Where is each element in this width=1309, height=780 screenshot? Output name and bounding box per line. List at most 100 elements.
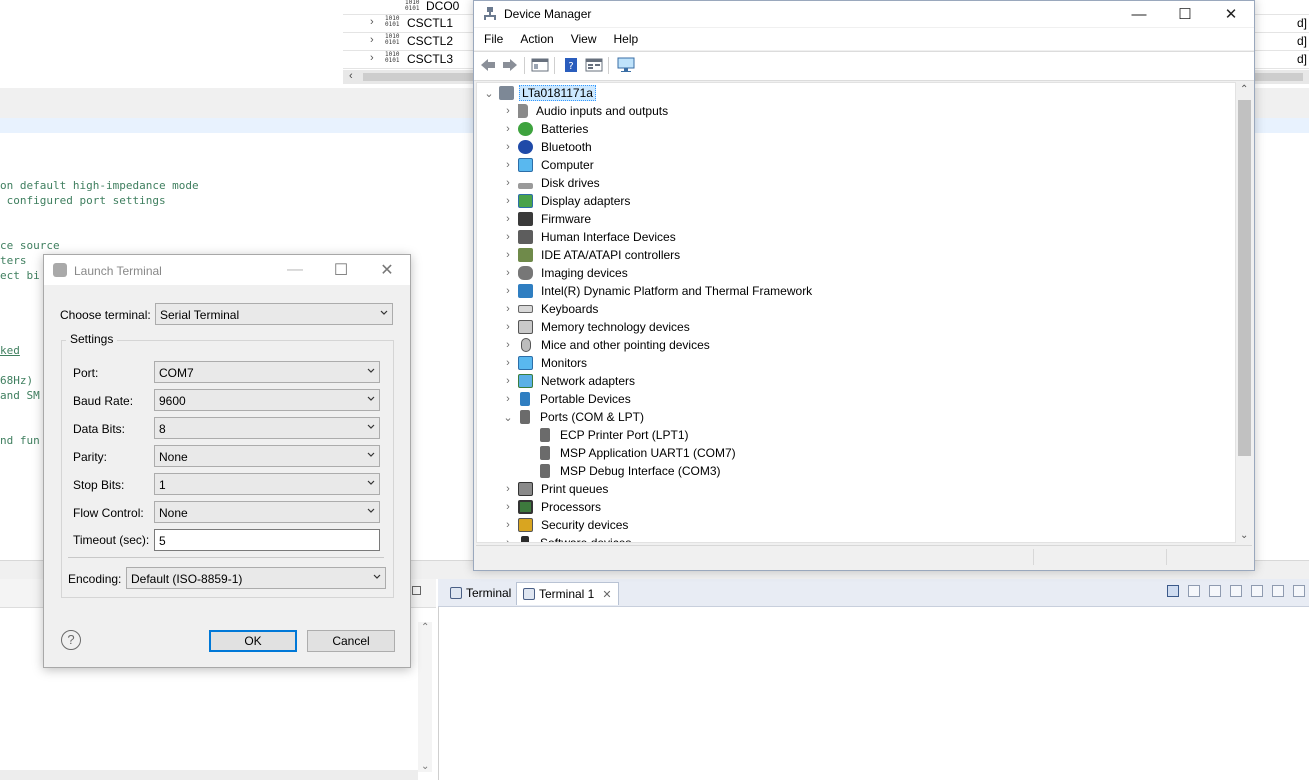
data-bits-select[interactable]: 8 xyxy=(154,417,380,439)
menu-view[interactable]: View xyxy=(561,28,604,50)
close-tab-icon[interactable]: ✕ xyxy=(602,588,611,601)
tree-item-imaging[interactable]: › Imaging devices xyxy=(500,264,631,282)
port-select[interactable]: COM7 xyxy=(154,361,380,383)
tree-item-software[interactable]: › Software devices xyxy=(500,534,634,542)
chevron-right-icon[interactable]: › xyxy=(500,267,516,279)
chevron-right-icon[interactable]: › xyxy=(500,321,516,333)
chevron-down-icon[interactable]: ⌄ xyxy=(500,411,516,424)
tree-item-mice[interactable]: › Mice and other pointing devices xyxy=(500,336,713,354)
chevron-right-icon[interactable]: › xyxy=(370,52,374,64)
chevron-right-icon[interactable]: › xyxy=(500,501,516,513)
maximize-icon[interactable]: ☐ xyxy=(318,255,364,285)
scan-hardware-icon[interactable] xyxy=(617,57,635,73)
scroll-up-icon[interactable]: ⌃ xyxy=(421,622,429,633)
minimize-icon[interactable]: — xyxy=(1116,1,1162,27)
scroll-down-icon[interactable]: ⌄ xyxy=(1240,530,1248,541)
tree-item-hid[interactable]: › Human Interface Devices xyxy=(500,228,679,246)
dialog-title-bar[interactable]: Launch Terminal — ☐ ✕ xyxy=(44,255,410,285)
chevron-right-icon[interactable]: › xyxy=(370,16,374,28)
tree-item-print-queues[interactable]: › Print queues xyxy=(500,480,611,498)
properties-icon[interactable] xyxy=(585,57,603,73)
chevron-right-icon[interactable]: › xyxy=(500,249,516,261)
menu-file[interactable]: File xyxy=(474,28,510,50)
help-icon[interactable]: ? xyxy=(61,630,81,650)
chevron-right-icon[interactable]: › xyxy=(500,159,516,171)
back-arrow-icon[interactable] xyxy=(479,57,497,73)
close-icon[interactable]: ✕ xyxy=(1208,1,1254,27)
tree-item-firmware[interactable]: › Firmware xyxy=(500,210,594,228)
chevron-right-icon[interactable]: › xyxy=(500,177,516,189)
cancel-button[interactable]: Cancel xyxy=(307,630,395,652)
scroll-up-icon[interactable]: ⌃ xyxy=(1240,84,1248,95)
tree-item-keyboards[interactable]: › Keyboards xyxy=(500,300,601,318)
terminal-view[interactable] xyxy=(438,579,1309,780)
ok-button[interactable]: OK xyxy=(209,630,297,652)
tree-item-batteries[interactable]: › Batteries xyxy=(500,120,591,138)
disconnect-icon[interactable] xyxy=(1188,585,1200,597)
chevron-right-icon[interactable]: › xyxy=(500,393,516,405)
chevron-right-icon[interactable]: › xyxy=(500,195,516,207)
show-hide-console-tree-icon[interactable] xyxy=(531,57,549,73)
scroll-down-icon[interactable]: ⌄ xyxy=(421,761,429,772)
tree-item-lpt1[interactable]: ECP Printer Port (LPT1) xyxy=(536,426,691,444)
chevron-right-icon[interactable]: › xyxy=(500,123,516,135)
tree-item-security[interactable]: › Security devices xyxy=(500,516,631,534)
help-book-icon[interactable]: ? xyxy=(562,57,580,73)
timeout-input[interactable]: 5 xyxy=(154,529,380,551)
tree-item-computer[interactable]: › Computer xyxy=(500,156,597,174)
tree-item-com7[interactable]: MSP Application UART1 (COM7) xyxy=(536,444,739,462)
tree-item-display-adapters[interactable]: › Display adapters xyxy=(500,192,633,210)
tree-item-bluetooth[interactable]: › Bluetooth xyxy=(500,138,595,156)
chevron-right-icon[interactable]: › xyxy=(500,141,516,153)
device-manager-title-bar[interactable]: Device Manager — ☐ ✕ xyxy=(474,1,1254,27)
encoding-select[interactable]: Default (ISO-8859-1) xyxy=(126,567,386,589)
chevron-right-icon[interactable]: › xyxy=(500,231,516,243)
baud-rate-select[interactable]: 9600 xyxy=(154,389,380,411)
tree-item-ide[interactable]: › IDE ATA/ATAPI controllers xyxy=(500,246,683,264)
menu-help[interactable]: Help xyxy=(604,28,646,50)
tree-item-audio[interactable]: › Audio inputs and outputs xyxy=(500,102,671,120)
connect-icon[interactable] xyxy=(1167,585,1179,597)
forward-arrow-icon[interactable] xyxy=(501,57,519,73)
tree-item-intel-dptf[interactable]: › Intel(R) Dynamic Platform and Thermal … xyxy=(500,282,815,300)
choose-terminal-select[interactable]: Serial Terminal xyxy=(155,303,393,325)
tab-terminal[interactable]: Terminal xyxy=(444,582,517,604)
chevron-right-icon[interactable]: › xyxy=(500,213,516,225)
tree-item-com3[interactable]: MSP Debug Interface (COM3) xyxy=(536,462,724,480)
chevron-right-icon[interactable]: › xyxy=(500,303,516,315)
chevron-right-icon[interactable]: › xyxy=(500,105,516,117)
chevron-right-icon[interactable]: › xyxy=(500,285,516,297)
chevron-down-icon[interactable]: ⌄ xyxy=(481,87,497,100)
close-icon[interactable]: ✕ xyxy=(364,255,410,285)
scroll-lock-icon[interactable] xyxy=(1272,585,1284,597)
tree-root[interactable]: ⌄ LTa0181171a xyxy=(481,84,596,102)
chevron-right-icon[interactable]: › xyxy=(500,483,516,495)
tree-item-memory[interactable]: › Memory technology devices xyxy=(500,318,693,336)
device-tree-vertical-scrollbar[interactable]: ⌃ ⌄ xyxy=(1236,82,1253,543)
chevron-right-icon[interactable]: › xyxy=(500,339,516,351)
parity-select[interactable]: None xyxy=(154,445,380,467)
chevron-right-icon[interactable]: › xyxy=(500,375,516,387)
copy-icon[interactable] xyxy=(1209,585,1221,597)
scrollbar-thumb[interactable] xyxy=(1238,100,1251,456)
stop-bits-select[interactable]: 1 xyxy=(154,473,380,495)
remove-icon[interactable] xyxy=(1293,585,1305,597)
tree-item-portable[interactable]: › Portable Devices xyxy=(500,390,634,408)
left-view-horizontal-scrollbar[interactable] xyxy=(0,770,418,780)
chevron-right-icon[interactable]: › xyxy=(500,357,516,369)
paste-icon[interactable] xyxy=(1230,585,1242,597)
chevron-right-icon[interactable]: › xyxy=(500,537,516,542)
tree-item-ports[interactable]: ⌄ Ports (COM & LPT) xyxy=(500,408,647,426)
menu-action[interactable]: Action xyxy=(510,28,560,50)
tab-terminal-1[interactable]: Terminal 1 ✕ xyxy=(516,582,619,605)
tree-item-processors[interactable]: › Processors xyxy=(500,498,604,516)
device-tree[interactable]: ⌄ LTa0181171a › Audio inputs and outputs… xyxy=(476,82,1236,543)
minimize-icon[interactable]: — xyxy=(272,255,318,285)
maximize-view-icon[interactable] xyxy=(412,586,421,595)
clear-icon[interactable] xyxy=(1251,585,1263,597)
tree-item-disk-drives[interactable]: › Disk drives xyxy=(500,174,603,192)
flow-control-select[interactable]: None xyxy=(154,501,380,523)
chevron-right-icon[interactable]: › xyxy=(500,519,516,531)
left-view-vertical-scrollbar[interactable]: ⌃ ⌄ xyxy=(418,622,432,772)
tree-item-monitors[interactable]: › Monitors xyxy=(500,354,590,372)
